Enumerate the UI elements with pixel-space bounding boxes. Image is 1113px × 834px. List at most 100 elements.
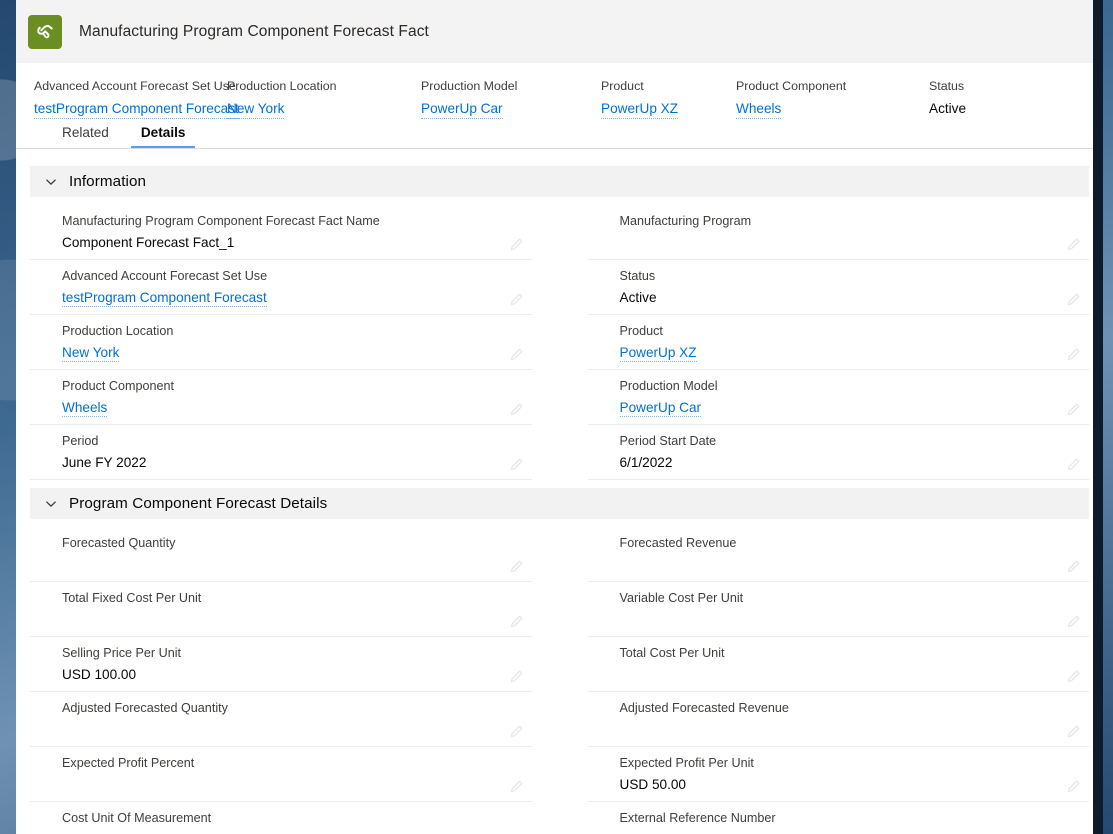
field-label: Period — [62, 434, 99, 448]
field-value — [620, 720, 1056, 739]
field-period-start-date: Period Start Date 6/1/2022 — [587, 425, 1089, 480]
field-label: Forecasted Quantity — [62, 536, 176, 550]
section-divider — [30, 480, 1089, 487]
pencil-icon[interactable] — [1066, 614, 1081, 629]
field-value: Active — [619, 290, 657, 305]
field-value-link[interactable]: Wheels — [62, 398, 498, 417]
field-label: Advanced Account Forecast Set Use — [62, 269, 268, 283]
highlight-value-link[interactable]: PowerUp XZ — [601, 100, 679, 119]
field-label: Total Cost Per Unit — [619, 646, 725, 660]
pencil-icon[interactable] — [1066, 559, 1081, 574]
section-title: Information — [69, 173, 147, 190]
field-product-component: Product Component Wheels — [30, 370, 532, 425]
highlight-label: Product — [601, 79, 644, 93]
field-status: Status Active — [587, 260, 1089, 315]
detail-panel: Information Manufacturing Program Compon… — [16, 149, 1103, 834]
field-manufacturing-program: Manufacturing Program — [587, 205, 1089, 260]
fields-grid-information: Manufacturing Program Component Forecast… — [30, 197, 1089, 480]
field-selling-price-per-unit: Selling Price Per Unit USD 100.00 — [30, 637, 532, 692]
pencil-icon[interactable] — [1066, 237, 1081, 252]
pencil-icon[interactable] — [509, 724, 524, 739]
pencil-icon[interactable] — [1066, 779, 1081, 794]
handshake-icon — [28, 14, 62, 49]
section-information: Information Manufacturing Program Compon… — [30, 165, 1089, 480]
field-label: Cost Unit Of Measurement — [62, 811, 212, 825]
pencil-icon[interactable] — [509, 669, 524, 684]
field-expected-profit-percent: Expected Profit Percent — [30, 747, 532, 802]
field-label: Forecasted Revenue — [619, 536, 737, 550]
chevron-down-icon — [44, 497, 58, 511]
highlight-value-link[interactable]: PowerUp Car — [421, 100, 503, 119]
field-value — [620, 830, 1056, 834]
field-value — [62, 610, 498, 629]
field-label: Production Model — [619, 379, 718, 393]
field-value-link[interactable]: New York — [62, 343, 498, 362]
field-label: Adjusted Forecasted Revenue — [619, 701, 789, 715]
field-label: Production Location — [62, 324, 174, 338]
highlight-field-status: Status Active — [929, 78, 1049, 119]
highlight-value-link[interactable]: testProgram Component Forecast — [34, 100, 239, 119]
section-header-forecast-details[interactable]: Program Component Forecast Details — [30, 487, 1089, 519]
highlight-field-product-component: Product Component Wheels — [736, 78, 929, 119]
field-production-model: Production Model PowerUp Car — [587, 370, 1089, 425]
field-adjusted-forecasted-revenue: Adjusted Forecasted Revenue — [587, 692, 1089, 747]
field-label: Product — [619, 324, 663, 338]
highlight-value-link[interactable]: Wheels — [736, 100, 782, 119]
pencil-icon[interactable] — [509, 347, 524, 362]
field-label: Total Fixed Cost Per Unit — [62, 591, 202, 605]
field-value: Component Forecast Fact_1 — [62, 235, 235, 250]
highlight-value-link[interactable]: New York — [227, 100, 285, 119]
field-label: Manufacturing Program Component Forecast… — [62, 214, 380, 228]
field-value-link[interactable]: PowerUp Car — [619, 398, 1056, 417]
field-label: Expected Profit Per Unit — [619, 756, 754, 770]
field-forecast-fact-name: Manufacturing Program Component Forecast… — [30, 205, 532, 260]
status-badge: Active — [929, 101, 967, 116]
highlight-field-production-model: Production Model PowerUp Car — [421, 78, 601, 119]
field-value — [620, 665, 1056, 684]
tab-details[interactable]: Details — [125, 126, 202, 148]
section-header-information[interactable]: Information — [30, 165, 1089, 197]
field-value: USD 100.00 — [62, 667, 137, 682]
field-value — [62, 555, 498, 574]
pencil-icon[interactable] — [509, 457, 524, 472]
pencil-icon[interactable] — [509, 559, 524, 574]
fields-column-right: Manufacturing Program Status Active Prod… — [587, 205, 1089, 480]
pencil-icon[interactable] — [1066, 402, 1081, 417]
pencil-icon[interactable] — [509, 237, 524, 252]
fields-column-left: Forecasted Quantity Total Fixed Cost Per… — [30, 527, 532, 834]
field-label: Variable Cost Per Unit — [619, 591, 744, 605]
highlight-field-production-location: Production Location New York — [227, 78, 421, 119]
field-expected-profit-per-unit: Expected Profit Per Unit USD 50.00 — [587, 747, 1089, 802]
pencil-icon[interactable] — [1066, 347, 1081, 362]
highlight-field-product: Product PowerUp XZ — [601, 78, 736, 119]
highlights-panel: Advanced Account Forecast Set Use testPr… — [16, 64, 1103, 126]
pencil-icon[interactable] — [509, 779, 524, 794]
field-value-link[interactable]: PowerUp XZ — [619, 343, 1056, 362]
field-external-reference-number: External Reference Number — [588, 802, 1090, 834]
pencil-icon[interactable] — [1066, 724, 1081, 739]
tab-related[interactable]: Related — [46, 126, 125, 148]
field-value-link[interactable]: testProgram Component Forecast — [62, 288, 498, 307]
field-total-fixed-cost-per-unit: Total Fixed Cost Per Unit — [30, 582, 532, 637]
pencil-icon[interactable] — [1066, 457, 1081, 472]
chevron-down-icon — [44, 175, 58, 189]
field-value: June FY 2022 — [62, 455, 147, 470]
pencil-icon[interactable] — [509, 614, 524, 629]
pencil-icon[interactable] — [1066, 292, 1081, 307]
field-value — [620, 555, 1056, 574]
field-cost-unit-of-measurement: Cost Unit Of Measurement — [30, 802, 532, 834]
field-value: USD 50.00 — [619, 777, 687, 792]
pencil-icon[interactable] — [509, 402, 524, 417]
record-header: Manufacturing Program Component Forecast… — [16, 0, 1103, 64]
highlight-label: Product Component — [736, 79, 847, 93]
pencil-icon[interactable] — [509, 292, 524, 307]
field-product: Product PowerUp XZ — [587, 315, 1089, 370]
field-production-location: Production Location New York — [30, 315, 532, 370]
section-program-component-forecast-details: Program Component Forecast Details Forec… — [30, 487, 1089, 834]
field-adjusted-forecasted-quantity: Adjusted Forecasted Quantity — [30, 692, 532, 747]
field-variable-cost-per-unit: Variable Cost Per Unit — [587, 582, 1089, 637]
field-label: Product Component — [62, 379, 175, 393]
pencil-icon[interactable] — [1066, 669, 1081, 684]
field-label: Expected Profit Percent — [62, 756, 195, 770]
field-label: Selling Price Per Unit — [62, 646, 181, 660]
